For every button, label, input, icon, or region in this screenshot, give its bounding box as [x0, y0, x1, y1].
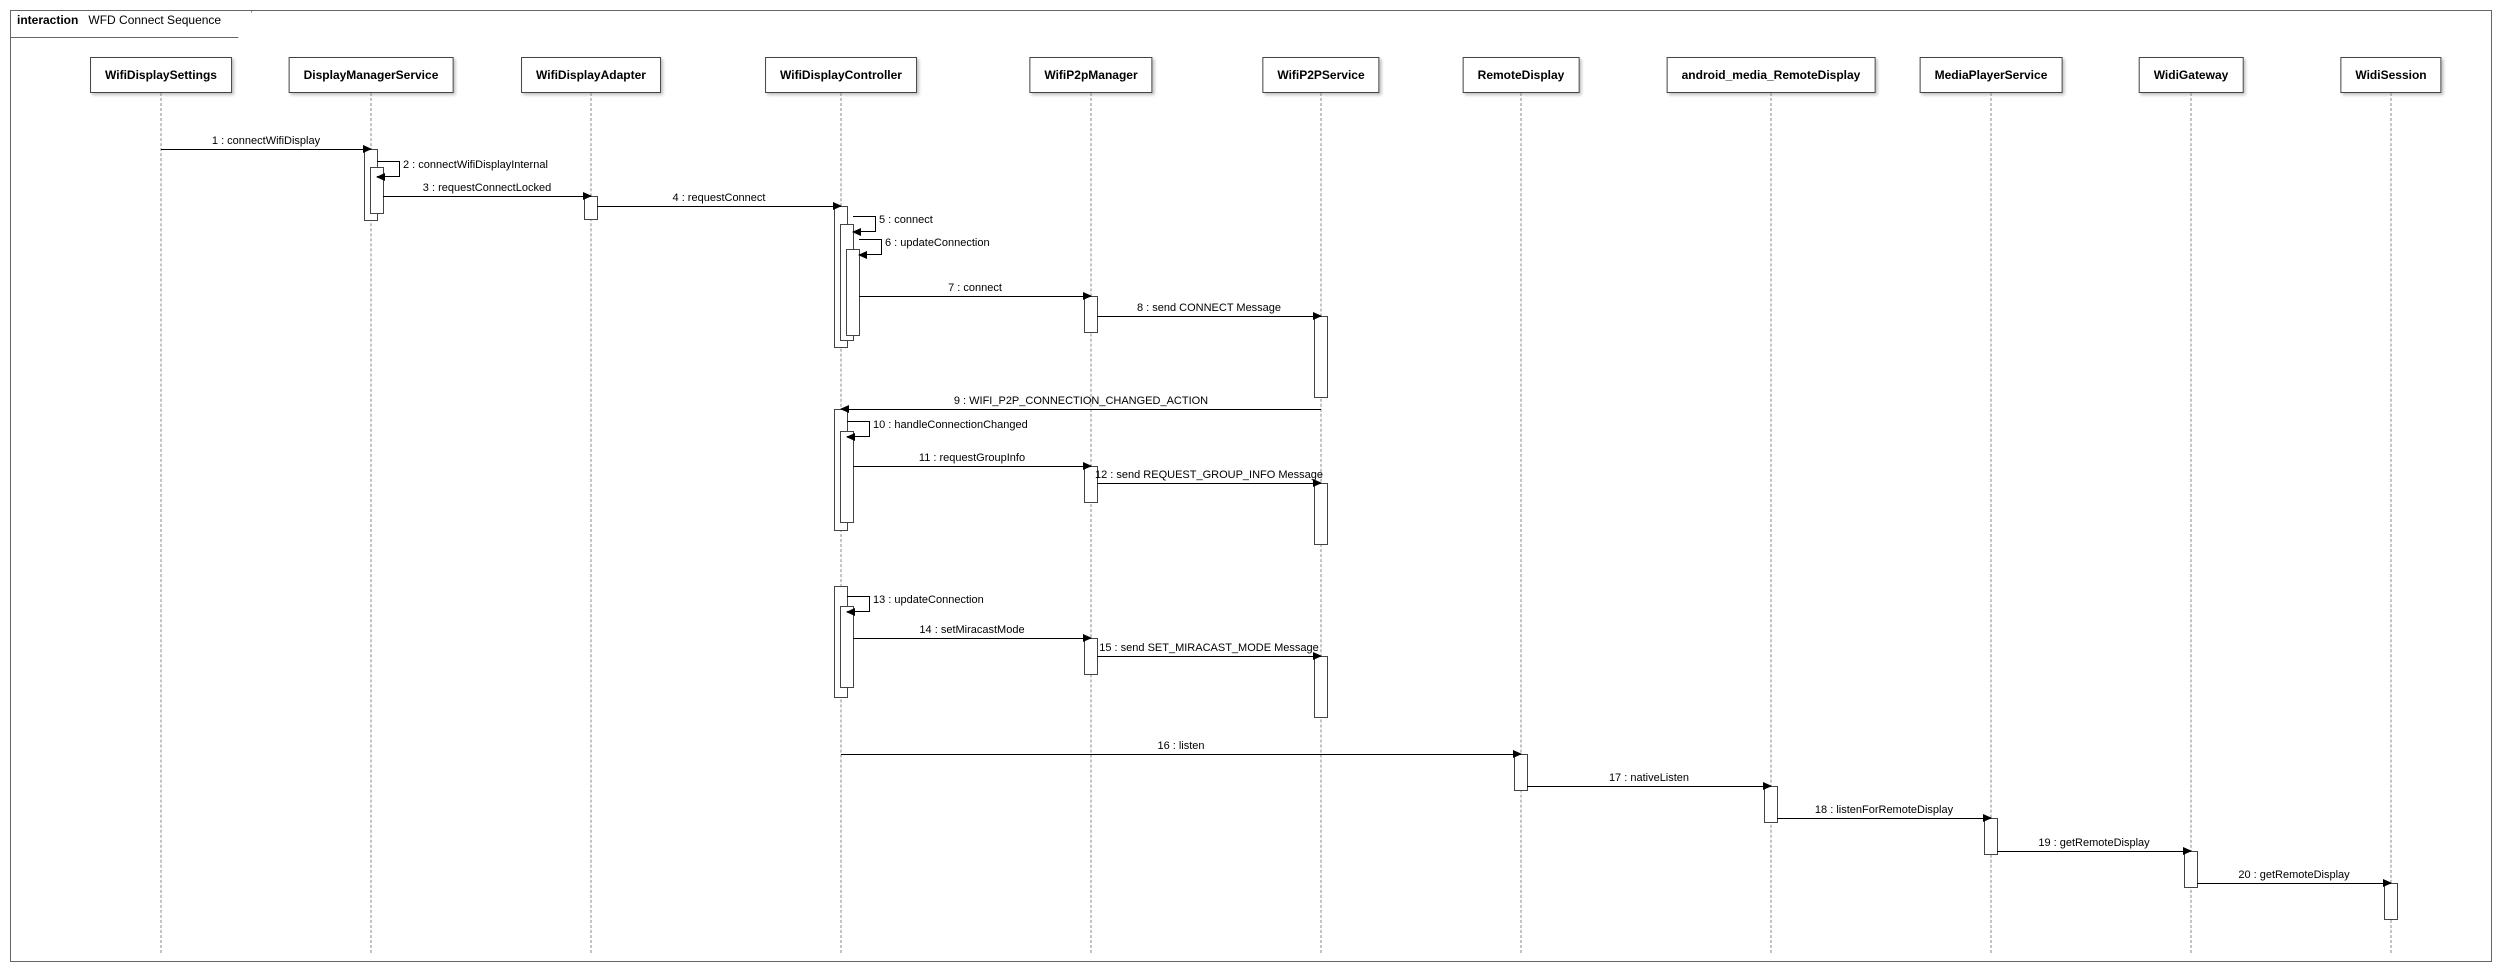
message-arrow [1097, 483, 1321, 484]
message-arrow [161, 149, 371, 150]
message-arrow [853, 466, 1091, 467]
message-label: 6 : updateConnection [885, 237, 990, 249]
lifeline-line [2191, 93, 2192, 953]
lifeline-line [1521, 93, 1522, 953]
lifeline-head: WidiSession [2340, 57, 2441, 93]
lifeline-line [161, 93, 162, 953]
activation-bar [1314, 483, 1328, 545]
message-arrow [841, 409, 1321, 410]
lifeline-head: WifiP2PService [1262, 57, 1379, 93]
lifeline-line [591, 93, 592, 953]
activation-bar [846, 249, 860, 336]
activation-bar [1314, 656, 1328, 718]
message-label: 11 : requestGroupInfo [919, 452, 1025, 465]
frame-title-tab: interaction WFD Connect Sequence [11, 11, 252, 38]
message-label: 14 : setMiracastMode [919, 624, 1024, 637]
message-label: 17 : nativeListen [1609, 772, 1689, 785]
activation-bar [2384, 883, 2398, 920]
lifeline-line [1091, 93, 1092, 953]
message-label: 1 : connectWifiDisplay [212, 135, 320, 148]
message-arrow [1997, 851, 2191, 852]
activation-bar [1084, 296, 1098, 333]
interaction-frame: interaction WFD Connect Sequence WifiDis… [10, 10, 2492, 962]
lifeline-line [2391, 93, 2392, 953]
lifeline-head: WidiGateway [2139, 57, 2244, 93]
message-label: 19 : getRemoteDisplay [2038, 837, 2149, 850]
self-message [859, 239, 882, 255]
frame-keyword: interaction [17, 13, 78, 27]
self-message [847, 596, 870, 612]
lifeline-head: WifiDisplayController [765, 57, 917, 93]
message-arrow [1777, 818, 1991, 819]
lifeline-head: RemoteDisplay [1463, 57, 1580, 93]
message-arrow [2197, 883, 2391, 884]
message-label: 12 : send REQUEST_GROUP_INFO Message [1095, 469, 1323, 482]
message-label: 13 : updateConnection [873, 594, 984, 606]
message-label: 20 : getRemoteDisplay [2238, 869, 2349, 882]
diagram-root: interaction WFD Connect Sequence WifiDis… [0, 0, 2501, 970]
lifeline-head: DisplayManagerService [289, 57, 454, 93]
lifeline-head: WifiDisplayAdapter [521, 57, 661, 93]
activation-bar [1764, 786, 1778, 823]
message-label: 15 : send SET_MIRACAST_MODE Message [1099, 642, 1318, 655]
lifeline-head: android_media_RemoteDisplay [1667, 57, 1876, 93]
message-arrow [853, 638, 1091, 639]
message-arrow [597, 206, 841, 207]
message-label: 9 : WIFI_P2P_CONNECTION_CHANGED_ACTION [954, 395, 1208, 408]
self-message [847, 421, 870, 437]
message-label: 4 : requestConnect [673, 192, 766, 205]
activation-bar [1514, 754, 1528, 791]
message-label: 3 : requestConnectLocked [423, 182, 551, 195]
message-label: 16 : listen [1157, 740, 1204, 753]
self-message [853, 216, 876, 232]
lifeline-line [371, 93, 372, 953]
lifeline-head: WifiDisplaySettings [90, 57, 232, 93]
message-label: 10 : handleConnectionChanged [873, 419, 1028, 431]
activation-bar [1314, 316, 1328, 398]
message-arrow [859, 296, 1091, 297]
message-label: 2 : connectWifiDisplayInternal [403, 159, 548, 171]
message-arrow [1097, 656, 1321, 657]
activation-bar [840, 606, 854, 688]
message-label: 5 : connect [879, 214, 933, 226]
message-label: 18 : listenForRemoteDisplay [1815, 804, 1953, 817]
lifeline-head: MediaPlayerService [1920, 57, 2063, 93]
message-arrow [383, 196, 591, 197]
message-arrow [1527, 786, 1771, 787]
activation-bar [840, 431, 854, 523]
activation-bar [1084, 638, 1098, 675]
activation-bar [1984, 818, 1998, 855]
lifeline-line [1771, 93, 1772, 953]
lifeline-head: WifiP2pManager [1029, 57, 1152, 93]
message-label: 8 : send CONNECT Message [1137, 302, 1281, 315]
activation-bar [2184, 851, 2198, 888]
message-arrow [1097, 316, 1321, 317]
self-message [377, 161, 400, 177]
message-arrow [841, 754, 1521, 755]
message-label: 7 : connect [948, 282, 1002, 295]
frame-title: WFD Connect Sequence [88, 13, 221, 27]
